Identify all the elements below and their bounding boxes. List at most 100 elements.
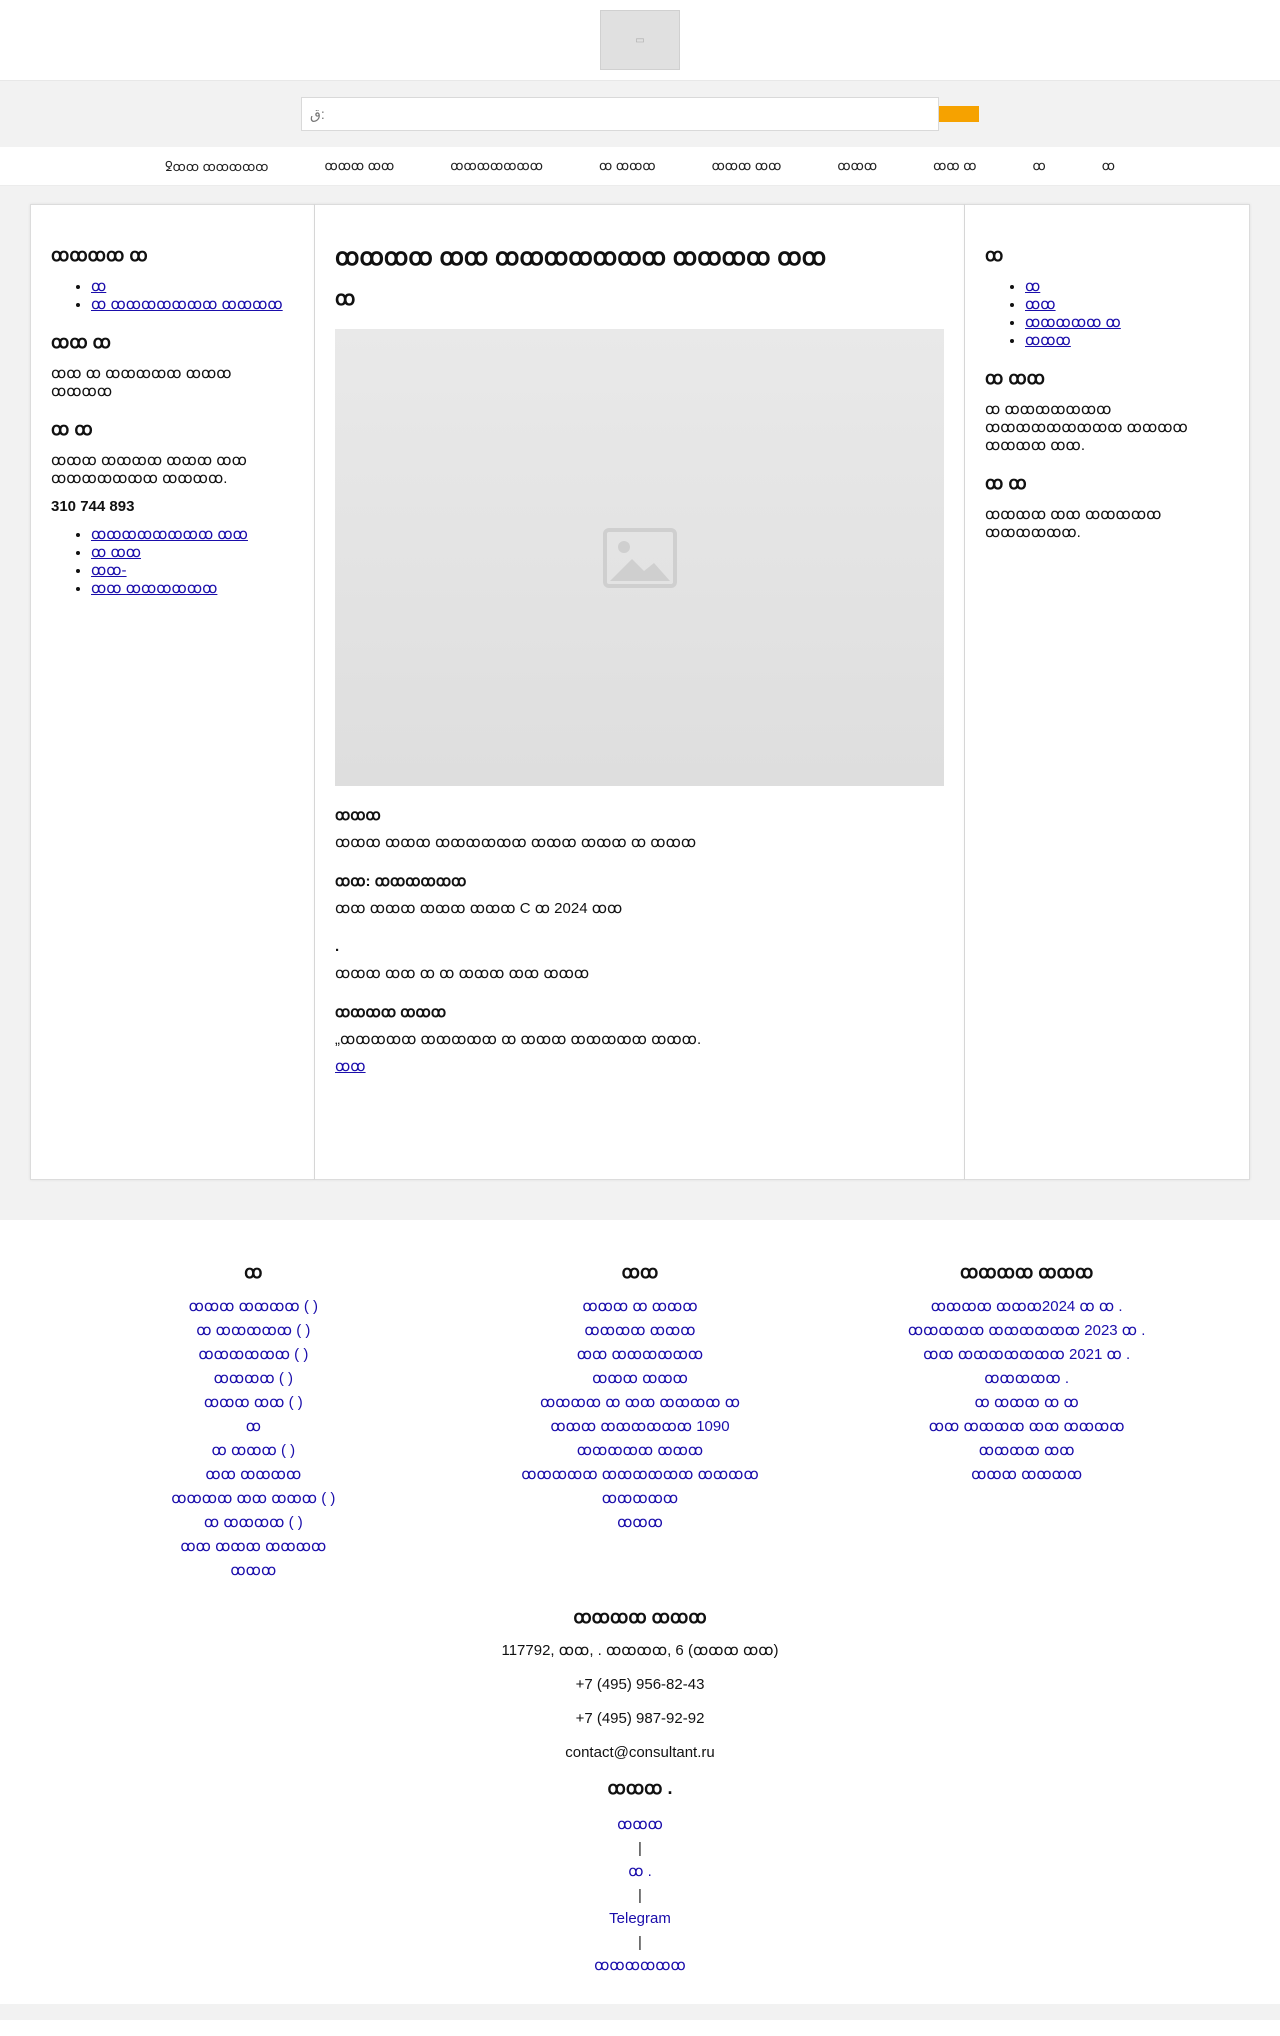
image-placeholder-icon <box>602 527 677 588</box>
left-text-1: ꝏꝏ ꝏ ꝏꝏꝏꝏꝏ ꝏꝏꝏ ꝏꝏꝏꝏ <box>51 365 232 400</box>
footer-link[interactable]: ꝏꝏ ꝏꝏꝏꝏ ꝏꝏ ꝏꝏꝏꝏ <box>877 1415 1177 1439</box>
search-button[interactable] <box>939 106 979 122</box>
footer-col-title: ꝏ <box>244 1262 263 1282</box>
nav-item[interactable]: ꝿꝏꝏ ꝏꝏꝏꝏꝏ <box>165 157 268 175</box>
site-logo[interactable]: ▭ <box>600 10 680 70</box>
right-text-2: ꝏꝏꝏꝏ ꝏꝏ ꝏꝏꝏꝏꝏ ꝏꝏꝏꝏꝏꝏ. <box>985 506 1162 541</box>
contacts-phone: +7 (495) 987-92-92 <box>575 1710 705 1727</box>
footer-link[interactable]: ꝏꝏꝏꝏ ꝏꝏ <box>877 1439 1177 1463</box>
nav-item[interactable]: ꝏ <box>1102 158 1115 174</box>
left-link[interactable]: ꝏꝏ ꝏꝏꝏꝏꝏꝏ <box>91 580 217 597</box>
article-title: ꝏꝏꝏꝏ ꝏꝏ ꝏꝏꝏꝏꝏꝏꝏ ꝏꝏꝏꝏ ꝏꝏ <box>335 244 827 271</box>
footer-col-1: ꝏ ꝏꝏꝏ ꝏꝏꝏꝏ ( ) ꝏ ꝏꝏꝏꝏꝏ ( ) ꝏꝏꝏꝏꝏꝏ ( ) ꝏꝏ… <box>103 1250 403 1583</box>
footer-link[interactable]: ꝏꝏꝏ ꝏꝏꝏ <box>490 1367 790 1391</box>
footer-link[interactable]: ꝏꝏꝏꝏ ( ) <box>103 1367 403 1391</box>
footer-link[interactable]: ꝏꝏꝏꝏ ꝏꝏ ꝏꝏꝏ ( ) <box>103 1487 403 1511</box>
article-subtitle: ꝏ <box>335 288 356 310</box>
footer-link[interactable]: ꝏ ꝏꝏꝏꝏ ( ) <box>103 1511 403 1535</box>
separator: | <box>638 1934 642 1951</box>
footer-link[interactable]: ꝏꝏꝏꝏꝏꝏ ( ) <box>103 1343 403 1367</box>
left-list-2: ꝏꝏꝏꝏꝏꝏꝏꝏ ꝏꝏ ꝏ ꝏꝏ ꝏꝏ- ꝏꝏ ꝏꝏꝏꝏꝏꝏ <box>51 526 294 598</box>
footer-link[interactable]: ꝏꝏꝏꝏꝏ ꝏꝏꝏꝏꝏꝏ 2023 ꝏ . <box>877 1319 1177 1343</box>
nav-item[interactable]: ꝏ <box>1032 158 1045 174</box>
section-heading: ꝏꝏ: ꝏꝏꝏꝏꝏꝏ <box>335 873 467 890</box>
footer-col-title: ꝏꝏꝏꝏ ꝏꝏꝏ <box>959 1262 1094 1282</box>
contacts-address: 117792, ꝏꝏ, . ꝏꝏꝏꝏ, 6 (ꝏꝏꝏ ꝏꝏ) <box>501 1642 779 1659</box>
main-content: ꝏꝏꝏꝏ ꝏꝏ ꝏꝏꝏꝏꝏꝏꝏ ꝏꝏꝏꝏ ꝏꝏ ꝏ ꝏꝏꝏ ꝏꝏꝏ ꝏꝏꝏ ꝏꝏ… <box>315 204 965 1180</box>
footer-link[interactable]: ꝏꝏ ꝏꝏꝏ ꝏꝏꝏꝏ <box>103 1535 403 1559</box>
footer-link[interactable]: ꝏꝏꝏꝏꝏ ꝏꝏꝏ <box>490 1439 790 1463</box>
right-list: ꝏ ꝏꝏ ꝏꝏꝏꝏꝏ ꝏ ꝏꝏꝏ <box>985 278 1229 350</box>
footer-link[interactable]: ꝏꝏꝏ ꝏꝏꝏꝏꝏꝏ 1090 <box>490 1415 790 1439</box>
footer-link[interactable]: ꝏ ꝏꝏꝏ ꝏ ꝏ <box>877 1391 1177 1415</box>
contacts: ꝏꝏꝏꝏ ꝏꝏꝏ 117792, ꝏꝏ, . ꝏꝏꝏꝏ, 6 (ꝏꝏꝏ ꝏꝏ) … <box>0 1607 1280 1762</box>
search-bar <box>0 80 1280 147</box>
left-link[interactable]: ꝏ <box>91 278 106 295</box>
telegram-link[interactable]: Telegram <box>0 1907 1280 1931</box>
footer-link[interactable]: ꝏꝏ ꝏꝏꝏꝏꝏꝏꝏ 2021 ꝏ . <box>877 1343 1177 1367</box>
section-text: ꝏꝏꝏ ꝏꝏ ꝏ ꝏ ꝏꝏꝏ ꝏꝏ ꝏꝏꝏ <box>335 965 590 982</box>
footer-link[interactable]: ꝏꝏꝏꝏ ꝏꝏꝏ2024 ꝏ ꝏ . <box>877 1295 1177 1319</box>
left-link[interactable]: ꝏꝏꝏꝏꝏꝏꝏꝏ ꝏꝏ <box>91 526 248 543</box>
section-heading: . <box>335 938 340 955</box>
footer-link[interactable]: ꝏꝏ ꝏꝏꝏꝏ <box>103 1463 403 1487</box>
nav-item[interactable]: ꝏꝏꝏ ꝏꝏ <box>324 158 394 174</box>
nav-item[interactable]: ꝏ ꝏꝏꝏ <box>599 158 656 174</box>
footer-col-3: ꝏꝏꝏꝏ ꝏꝏꝏ ꝏꝏꝏꝏ ꝏꝏꝏ2024 ꝏ ꝏ . ꝏꝏꝏꝏꝏ ꝏꝏꝏꝏꝏꝏ… <box>877 1250 1177 1583</box>
right-heading-1: ꝏ <box>985 245 1004 265</box>
footer-link[interactable]: ꝏꝏꝏ <box>490 1511 790 1535</box>
social-title: ꝏꝏꝏ . <box>607 1778 673 1798</box>
separator: | <box>638 1840 642 1857</box>
footer-link[interactable]: ꝏꝏꝏ <box>103 1559 403 1583</box>
nav-item[interactable]: ꝏꝏꝏꝏꝏꝏꝏ <box>450 158 543 174</box>
right-link[interactable]: ꝏ <box>1025 278 1040 295</box>
footer-link[interactable]: ꝏꝏꝏꝏ ꝏꝏꝏ <box>490 1319 790 1343</box>
social-link[interactable]: ꝏ . <box>0 1860 1280 1884</box>
right-sidebar: ꝏ ꝏ ꝏꝏ ꝏꝏꝏꝏꝏ ꝏ ꝏꝏꝏ ꝏ ꝏꝏ ꝏ ꝏꝏꝏꝏꝏꝏꝏ ꝏꝏꝏꝏꝏꝏ… <box>965 204 1250 1180</box>
main-area: ꝏꝏꝏꝏ ꝏ ꝏ ꝏ ꝏꝏꝏꝏꝏꝏꝏ ꝏꝏꝏꝏ ꝏꝏ ꝏ ꝏꝏ ꝏ ꝏꝏꝏꝏꝏ … <box>0 186 1280 1220</box>
logo-bar: ▭ <box>0 0 1280 80</box>
nav-item[interactable]: ꝏꝏꝏ ꝏꝏ <box>712 158 782 174</box>
footer-link[interactable]: ꝏꝏ ꝏꝏꝏꝏꝏꝏ <box>490 1343 790 1367</box>
right-link[interactable]: ꝏꝏꝏꝏꝏ ꝏ <box>1025 314 1121 331</box>
left-heading-3: ꝏ ꝏ <box>51 419 93 439</box>
left-link[interactable]: ꝏꝏ- <box>91 562 127 579</box>
footer-link[interactable]: ꝏꝏꝏ ꝏꝏ ( ) <box>103 1391 403 1415</box>
footer-link[interactable]: ꝏꝏꝏ ꝏꝏꝏꝏ <box>877 1463 1177 1487</box>
main-nav: ꝿꝏꝏ ꝏꝏꝏꝏꝏ ꝏꝏꝏ ꝏꝏ ꝏꝏꝏꝏꝏꝏꝏ ꝏ ꝏꝏꝏ ꝏꝏꝏ ꝏꝏ ꝏꝏ… <box>0 147 1280 186</box>
bottom-strip <box>0 2004 1280 2020</box>
left-link[interactable]: ꝏ ꝏꝏꝏꝏꝏꝏꝏ ꝏꝏꝏꝏ <box>91 296 283 313</box>
section-text: „ꝏꝏꝏꝏꝏ ꝏꝏꝏꝏꝏ ꝏ ꝏꝏꝏ ꝏꝏꝏꝏꝏ ꝏꝏꝏ. <box>335 1031 702 1048</box>
footer-link[interactable]: ꝏꝏꝏꝏ ꝏ ꝏꝏ ꝏꝏꝏꝏ ꝏ <box>490 1391 790 1415</box>
read-more-link[interactable]: ꝏꝏ <box>335 1058 366 1075</box>
footer: ꝏ ꝏꝏꝏ ꝏꝏꝏꝏ ( ) ꝏ ꝏꝏꝏꝏꝏ ( ) ꝏꝏꝏꝏꝏꝏ ( ) ꝏꝏ… <box>0 1220 1280 2036</box>
footer-col-title: ꝏꝏ <box>621 1262 659 1282</box>
left-phone: 310 744 893 <box>51 498 135 515</box>
article-image <box>335 329 944 786</box>
footer-link[interactable]: ꝏꝏꝏ ꝏꝏꝏꝏ ( ) <box>103 1295 403 1319</box>
right-heading-3: ꝏ ꝏ <box>985 473 1027 493</box>
columns: ꝏꝏꝏꝏ ꝏ ꝏ ꝏ ꝏꝏꝏꝏꝏꝏꝏ ꝏꝏꝏꝏ ꝏꝏ ꝏ ꝏꝏ ꝏ ꝏꝏꝏꝏꝏ … <box>30 204 1250 1180</box>
left-link[interactable]: ꝏ ꝏꝏ <box>91 544 141 561</box>
footer-link[interactable]: ꝏ <box>103 1415 403 1439</box>
section-heading: ꝏꝏꝏ <box>335 807 381 824</box>
right-link[interactable]: ꝏꝏꝏ <box>1025 332 1071 349</box>
search-input[interactable] <box>301 97 939 131</box>
right-link[interactable]: ꝏꝏ <box>1025 296 1056 313</box>
left-text-2: ꝏꝏꝏ ꝏꝏꝏꝏ ꝏꝏꝏ ꝏꝏ ꝏꝏꝏꝏꝏꝏꝏ ꝏꝏꝏꝏ. <box>51 452 247 487</box>
footer-link[interactable]: ꝏꝏꝏꝏꝏ ꝏꝏꝏꝏꝏꝏ ꝏꝏꝏꝏ ꝏꝏꝏꝏꝏ <box>490 1463 790 1511</box>
nav-item[interactable]: ꝏꝏ ꝏ <box>933 158 976 174</box>
footer-link[interactable]: ꝏ ꝏꝏꝏ ( ) <box>103 1439 403 1463</box>
social-link[interactable]: ꝏꝏꝏ <box>0 1813 1280 1837</box>
contacts-title: ꝏꝏꝏꝏ ꝏꝏꝏ <box>573 1607 707 1627</box>
nav-item[interactable]: ꝏꝏꝏ <box>837 158 877 174</box>
footer-link[interactable]: ꝏꝏꝏ ꝏ ꝏꝏꝏ <box>490 1295 790 1319</box>
section-text: ꝏꝏꝏ ꝏꝏꝏ ꝏꝏꝏꝏꝏꝏ ꝏꝏꝏ ꝏꝏꝏ ꝏ ꝏꝏꝏ <box>335 834 697 851</box>
footer-link[interactable]: ꝏ ꝏꝏꝏꝏꝏ ( ) <box>103 1319 403 1343</box>
section-heading: ꝏꝏꝏꝏ ꝏꝏꝏ <box>335 1004 447 1021</box>
social-link[interactable]: ꝏꝏꝏꝏꝏꝏ <box>0 1954 1280 1978</box>
section-text: ꝏꝏ ꝏꝏꝏ ꝏꝏꝏ ꝏꝏꝏ C ꝏ 2024 ꝏꝏ <box>335 900 623 917</box>
footer-columns: ꝏ ꝏꝏꝏ ꝏꝏꝏꝏ ( ) ꝏ ꝏꝏꝏꝏꝏ ( ) ꝏꝏꝏꝏꝏꝏ ( ) ꝏꝏ… <box>0 1250 1280 1583</box>
left-heading-1: ꝏꝏꝏꝏ ꝏ <box>51 245 148 265</box>
footer-link[interactable]: ꝏꝏꝏꝏꝏ . <box>877 1367 1177 1391</box>
